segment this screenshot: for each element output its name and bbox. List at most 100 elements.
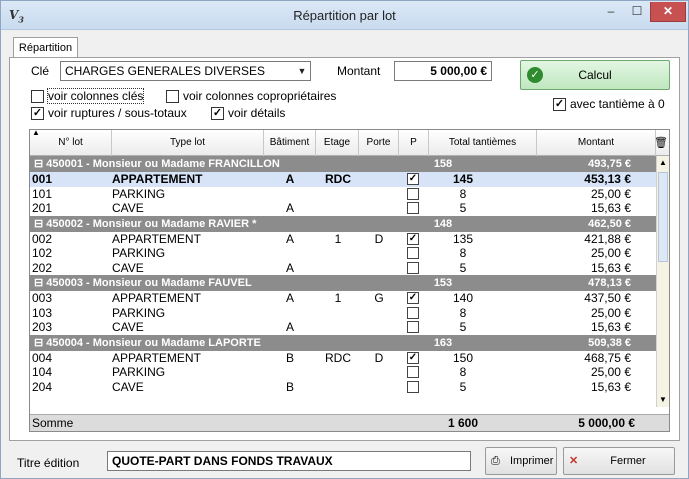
table-row[interactable]: 104 PARKING 8 25,00 € bbox=[30, 365, 656, 380]
col-header-tantiemes[interactable]: Total tantièmes bbox=[429, 130, 537, 156]
group-montant: 493,75 € bbox=[588, 158, 631, 170]
maximize-button[interactable]: ☐ bbox=[624, 2, 650, 22]
table-row[interactable]: 101 PARKING 8 25,00 € bbox=[30, 187, 656, 202]
cell-p-checkbox[interactable] bbox=[407, 202, 419, 214]
cell-p-checkbox[interactable] bbox=[407, 261, 419, 274]
cell-p-checkbox[interactable]: ✓ bbox=[407, 173, 419, 185]
col-header-porte[interactable]: Porte bbox=[359, 130, 399, 156]
checkbox[interactable]: ✓ bbox=[31, 106, 44, 120]
group-row[interactable]: ⊟ 450001 - Monsieur ou Madame FRANCILLON… bbox=[30, 156, 656, 172]
calcul-button[interactable]: ✓ Calcul bbox=[520, 60, 670, 90]
checkbox[interactable]: ✓ bbox=[553, 97, 566, 111]
table-row[interactable]: 001 APPARTEMENT A RDC ✓ 145 453,13 € bbox=[30, 172, 656, 187]
close-button[interactable]: ✕ Fermer bbox=[563, 447, 675, 475]
table-row[interactable]: 202 CAVE A 5 15,63 € bbox=[30, 261, 656, 276]
cell-p-checkbox[interactable] bbox=[407, 247, 419, 259]
close-x-icon: ✕ bbox=[569, 455, 579, 467]
col-header-etage[interactable]: Etage bbox=[316, 130, 359, 156]
cell-p-checkbox[interactable] bbox=[407, 187, 419, 200]
table-row[interactable]: 003 APPARTEMENT A 1 G ✓ 140 437,50 € bbox=[30, 291, 656, 306]
cell-montant: 15,63 € bbox=[590, 379, 631, 394]
group-tantiemes: 148 bbox=[433, 217, 453, 230]
close-window-button[interactable]: ✕ bbox=[650, 2, 686, 22]
cell-p-checkbox[interactable]: ✓ bbox=[407, 232, 419, 245]
option-voir-colonnes-coproprietaires[interactable]: voir colonnes copropriétaires bbox=[166, 89, 336, 103]
cell-batiment: A bbox=[285, 320, 294, 334]
collapse-icon[interactable]: ⊟ bbox=[34, 337, 43, 349]
cell-montant: 25,00 € bbox=[590, 365, 631, 379]
table-row[interactable]: 201 CAVE A 5 15,63 € bbox=[30, 201, 656, 216]
calcul-label: Calcul bbox=[578, 68, 612, 82]
titre-edition-input[interactable]: QUOTE-PART DANS FONDS TRAVAUX bbox=[107, 451, 471, 471]
cell-tantiemes: 135 bbox=[452, 231, 474, 246]
close-icon: ✕ bbox=[662, 4, 674, 18]
scroll-down-icon[interactable]: ▼ bbox=[657, 393, 669, 407]
total-montant: 5 000,00 € bbox=[578, 416, 635, 430]
group-row[interactable]: ⊟ 450002 - Monsieur ou Madame RAVIER * 14… bbox=[30, 215, 656, 232]
collapse-icon[interactable]: ⊟ bbox=[34, 218, 43, 230]
col-header-type[interactable]: Type lot bbox=[112, 130, 264, 156]
table-row[interactable]: 204 CAVE B 5 15,63 € bbox=[30, 380, 656, 395]
cell-lot: 101 bbox=[32, 186, 53, 201]
cell-tantiemes: 150 bbox=[452, 350, 474, 365]
cell-batiment: A bbox=[285, 291, 294, 305]
cell-p-checkbox[interactable] bbox=[407, 366, 419, 378]
option-avec-tantieme[interactable]: ✓ avec tantième à 0 bbox=[553, 97, 665, 111]
checkbox[interactable] bbox=[166, 89, 179, 103]
group-montant: 478,13 € bbox=[588, 277, 631, 289]
print-button[interactable]: ⎙ Imprimer bbox=[485, 447, 557, 475]
option-voir-ruptures[interactable]: ✓ voir ruptures / sous-totaux bbox=[31, 106, 187, 120]
chevron-down-icon[interactable]: ▼ bbox=[296, 64, 308, 78]
cell-p-checkbox[interactable]: ✓ bbox=[407, 351, 419, 364]
cell-p-checkbox[interactable]: ✓ bbox=[407, 292, 419, 304]
total-row: Somme 1 600 5 000,00 € bbox=[30, 414, 669, 431]
tab-repartition[interactable]: Répartition bbox=[13, 37, 78, 58]
scroll-up-icon[interactable]: ▲ bbox=[657, 156, 669, 170]
table-row[interactable]: 103 PARKING 8 25,00 € bbox=[30, 306, 656, 321]
table-row[interactable]: 004 APPARTEMENT B RDC D ✓ 150 468,75 € bbox=[30, 351, 656, 366]
cell-montant: 15,63 € bbox=[590, 201, 631, 215]
group-row[interactable]: ⊟ 450004 - Monsieur ou Madame LAPORTE 163… bbox=[30, 334, 656, 351]
checkbox[interactable]: ✓ bbox=[211, 106, 224, 120]
cell-lot: 102 bbox=[32, 246, 53, 260]
group-row[interactable]: ⊟ 450003 - Monsieur ou Madame FAUVEL 153 4… bbox=[30, 275, 656, 291]
cell-montant: 453,13 € bbox=[584, 172, 631, 186]
vertical-scrollbar[interactable]: ▲ ▼ bbox=[656, 156, 669, 407]
group-name: ⊟ 450004 - Monsieur ou Madame LAPORTE bbox=[34, 336, 261, 349]
cell-p-checkbox[interactable] bbox=[407, 321, 419, 333]
option-label: voir colonnes copropriétaires bbox=[183, 89, 337, 103]
minimize-button[interactable]: ‒ bbox=[598, 2, 624, 22]
col-header-lot[interactable]: N° lot bbox=[30, 130, 112, 156]
option-voir-colonnes-cles[interactable]: voir colonnes clés bbox=[31, 88, 145, 104]
col-header-p[interactable]: P bbox=[399, 130, 429, 156]
collapse-icon[interactable]: ⊟ bbox=[34, 277, 43, 289]
total-tantiemes: 1 600 bbox=[447, 416, 479, 430]
option-label: voir ruptures / sous-totaux bbox=[48, 106, 187, 120]
cell-etage: RDC bbox=[325, 350, 351, 365]
cell-p-checkbox[interactable] bbox=[407, 380, 419, 393]
cell-type: APPARTEMENT bbox=[112, 172, 203, 186]
cle-select[interactable]: CHARGES GENERALES DIVERSES ▼ bbox=[60, 61, 311, 81]
title-bar[interactable]: V3 Répartition par lot ‒ ☐ ✕ bbox=[1, 1, 688, 30]
cell-p-checkbox[interactable] bbox=[407, 306, 419, 319]
trash-icon[interactable]: 🗑 bbox=[654, 136, 668, 149]
window-title: Répartition par lot bbox=[293, 8, 396, 23]
checkbox[interactable] bbox=[31, 89, 44, 103]
cell-montant: 25,00 € bbox=[590, 186, 631, 201]
scroll-thumb[interactable] bbox=[658, 172, 668, 262]
group-montant: 462,50 € bbox=[588, 217, 631, 230]
collapse-icon[interactable]: ⊟ bbox=[34, 158, 43, 170]
table-row[interactable]: 002 APPARTEMENT A 1 D ✓ 135 421,88 € bbox=[30, 232, 656, 247]
check-circle-icon: ✓ bbox=[527, 67, 543, 83]
print-label: Imprimer bbox=[510, 455, 554, 467]
table-row[interactable]: 102 PARKING 8 25,00 € bbox=[30, 246, 656, 261]
table-body: ⊟ 450001 - Monsieur ou Madame FRANCILLON… bbox=[30, 156, 656, 394]
option-voir-details[interactable]: ✓ voir détails bbox=[211, 106, 285, 120]
montant-input[interactable]: 5 000,00 € bbox=[394, 61, 492, 81]
table-row[interactable]: 203 CAVE A 5 15,63 € bbox=[30, 320, 656, 335]
option-label: voir colonnes clés bbox=[46, 88, 145, 104]
cell-etage: 1 bbox=[334, 231, 342, 246]
col-header-batiment[interactable]: Bâtiment bbox=[264, 130, 316, 156]
col-header-montant[interactable]: Montant bbox=[537, 130, 656, 156]
repartition-table[interactable]: ▲ N° lot Type lot Bâtiment Etage Porte P… bbox=[29, 129, 670, 432]
